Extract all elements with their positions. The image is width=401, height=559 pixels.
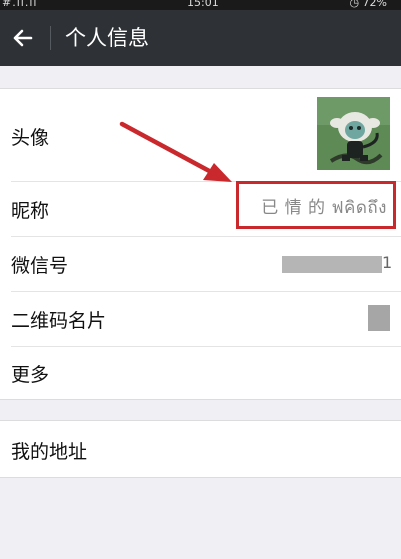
annotation-arrow-icon (119, 121, 232, 182)
